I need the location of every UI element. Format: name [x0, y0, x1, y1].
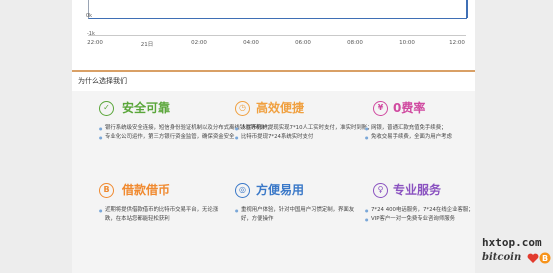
feature-item: 人民币账户提现实现7*10人工实时支付，准实时到账；	[235, 124, 373, 133]
feature-item: 免收交易手续费，全面为用户考虑	[365, 133, 495, 142]
feature-item: 近期将提供借款借币的比特币交易平台，无论涨跌，在本站您都能轻松获利	[99, 206, 225, 224]
feature-card-lending: B 借款借币 近期将提供借款借币的比特币交易平台，无论涨跌，在本站您都能轻松获利	[99, 182, 229, 224]
price-chart: 0k -1k 22:00 21日 02:00 04:00 06:00 08:00…	[72, 0, 475, 56]
watermark-site: hxtop.com	[482, 236, 542, 249]
chart-series-line	[466, 0, 468, 18]
left-background	[0, 0, 72, 273]
shield-icon: ✓	[99, 101, 114, 116]
feature-title: 方便易用	[256, 183, 305, 197]
x-tick-label: 22:00	[87, 40, 103, 46]
svg-text:B: B	[542, 254, 548, 263]
feature-title: 安全可靠	[122, 101, 171, 115]
x-tick-label: 04:00	[243, 40, 259, 46]
feature-item: 比特币提现7*24系统实时支付	[235, 133, 365, 142]
y-axis-label-0k: 0k	[86, 13, 93, 19]
compass-icon: ◎	[235, 183, 250, 198]
feature-item: VIP客户一对一免费专业咨询师服务	[365, 215, 481, 224]
x-tick-label: 12:00	[449, 40, 465, 46]
feature-title: 0费率	[393, 101, 426, 115]
clock-icon: ◷	[235, 101, 250, 116]
heart-icon	[527, 253, 539, 263]
feature-item: 网银，普通汇款充值免手续费；	[365, 124, 495, 133]
x-tick-label: 02:00	[191, 40, 207, 46]
features-panel: ✓ 安全可靠 银行系统级安全连接，短信身份验证机制以及分布式离线钱包等机制； 专…	[72, 91, 475, 273]
x-tick-label: 21日	[140, 42, 154, 48]
bitcoin-icon: B	[99, 183, 114, 198]
feature-title: 专业服务	[393, 183, 442, 197]
feature-card-security: ✓ 安全可靠 银行系统级安全连接，短信身份验证机制以及分布式离线钱包等机制； 专…	[99, 100, 272, 142]
bitcoin-logo-icon: B	[539, 252, 551, 264]
watermark: hxtop.com bitcoin B	[482, 236, 553, 273]
feature-card-service: ♀ 专业服务 7*24 400电话服务，7*24在线企业客服； VIP客户一对一…	[365, 182, 495, 224]
section-heading: 为什么选择我们	[78, 77, 127, 85]
feature-card-zero-fee: ¥ 0费率 网银，普通汇款充值免手续费； 免收交易手续费，全面为用户考虑	[365, 100, 495, 142]
chart-plot-area	[88, 0, 467, 19]
feature-item: 重视用户体验，针对中国用户习惯定制，界面友好，方便操作	[235, 206, 356, 224]
x-tick-label: 06:00	[295, 40, 311, 46]
feature-item: 专业化公司运作，第三方银行资金监管，确保资金安全	[99, 133, 234, 142]
feature-card-ease-of-use: ◎ 方便易用 重视用户体验，针对中国用户习惯定制，界面友好，方便操作	[235, 182, 365, 224]
feature-card-efficiency: ◷ 高效便捷 人民币账户提现实现7*10人工实时支付，准实时到账； 比特币提现7…	[235, 100, 373, 142]
main-content: 0k -1k 22:00 21日 02:00 04:00 06:00 08:00…	[72, 0, 475, 273]
feature-title: 借款借币	[122, 183, 171, 197]
feature-item: 7*24 400电话服务，7*24在线企业客服；	[365, 206, 481, 215]
feature-title: 高效便捷	[256, 101, 305, 115]
support-icon: ♀	[373, 183, 388, 198]
watermark-sub: bitcoin	[482, 252, 522, 263]
coin-icon: ¥	[373, 101, 388, 116]
section-divider	[72, 70, 475, 72]
x-tick-label: 10:00	[399, 40, 415, 46]
x-tick-label: 08:00	[347, 40, 363, 46]
feature-item: 银行系统级安全连接，短信身份验证机制以及分布式离线钱包等机制；	[99, 124, 272, 133]
